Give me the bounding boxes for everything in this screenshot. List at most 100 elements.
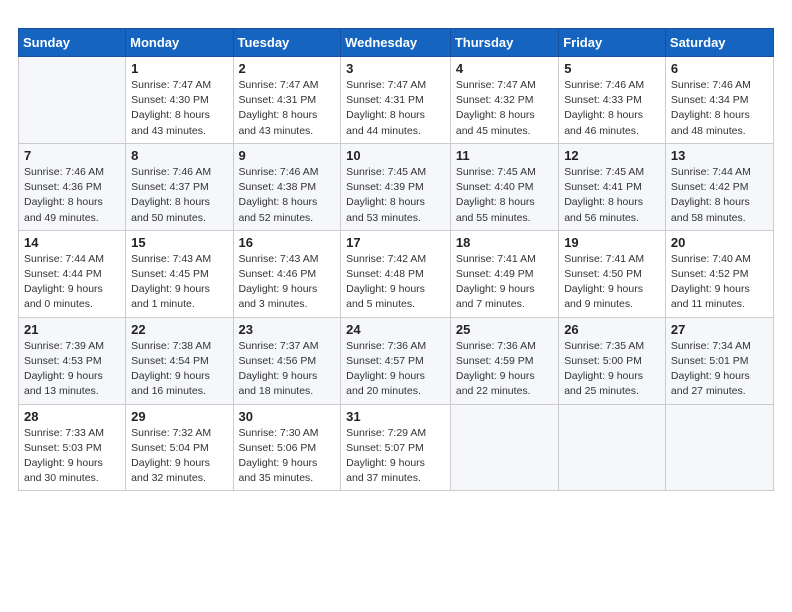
calendar-cell: 28 Sunrise: 7:33 AMSunset: 5:03 PMDayligh… <box>19 404 126 491</box>
calendar-cell: 26 Sunrise: 7:35 AMSunset: 5:00 PMDayligh… <box>559 317 666 404</box>
day-info: Sunrise: 7:43 AMSunset: 4:46 PMDaylight:… <box>239 252 336 313</box>
day-info: Sunrise: 7:45 AMSunset: 4:41 PMDaylight:… <box>564 165 660 226</box>
day-info: Sunrise: 7:32 AMSunset: 5:04 PMDaylight:… <box>131 426 227 487</box>
calendar-cell: 21 Sunrise: 7:39 AMSunset: 4:53 PMDayligh… <box>19 317 126 404</box>
day-number: 12 <box>564 148 660 163</box>
day-info: Sunrise: 7:44 AMSunset: 4:44 PMDaylight:… <box>24 252 120 313</box>
day-info: Sunrise: 7:46 AMSunset: 4:34 PMDaylight:… <box>671 78 768 139</box>
day-number: 1 <box>131 61 227 76</box>
calendar-week-row: 14 Sunrise: 7:44 AMSunset: 4:44 PMDayligh… <box>19 230 774 317</box>
weekday-header-sunday: Sunday <box>19 29 126 57</box>
day-number: 29 <box>131 409 227 424</box>
day-number: 22 <box>131 322 227 337</box>
day-info: Sunrise: 7:47 AMSunset: 4:30 PMDaylight:… <box>131 78 227 139</box>
day-info: Sunrise: 7:44 AMSunset: 4:42 PMDaylight:… <box>671 165 768 226</box>
calendar-cell <box>19 57 126 144</box>
day-number: 20 <box>671 235 768 250</box>
calendar-cell: 4 Sunrise: 7:47 AMSunset: 4:32 PMDaylight… <box>450 57 558 144</box>
calendar-cell <box>450 404 558 491</box>
day-info: Sunrise: 7:38 AMSunset: 4:54 PMDaylight:… <box>131 339 227 400</box>
calendar-cell: 30Sunrise: 7:30 AMSunset: 5:06 PMDayligh… <box>233 404 341 491</box>
day-info: Sunrise: 7:33 AMSunset: 5:03 PMDaylight:… <box>24 426 120 487</box>
calendar-cell: 24 Sunrise: 7:36 AMSunset: 4:57 PMDayligh… <box>341 317 451 404</box>
day-info: Sunrise: 7:34 AMSunset: 5:01 PMDaylight:… <box>671 339 768 400</box>
calendar-cell: 2Sunrise: 7:47 AMSunset: 4:31 PMDaylight… <box>233 57 341 144</box>
calendar-header-row: SundayMondayTuesdayWednesdayThursdayFrid… <box>19 29 774 57</box>
day-number: 21 <box>24 322 120 337</box>
calendar-week-row: 7 Sunrise: 7:46 AMSunset: 4:36 PMDaylight… <box>19 143 774 230</box>
day-number: 16 <box>239 235 336 250</box>
day-number: 15 <box>131 235 227 250</box>
calendar-cell: 1 Sunrise: 7:47 AMSunset: 4:30 PMDaylight… <box>126 57 233 144</box>
day-number: 7 <box>24 148 120 163</box>
day-number: 3 <box>346 61 445 76</box>
day-info: Sunrise: 7:36 AMSunset: 4:57 PMDaylight:… <box>346 339 445 400</box>
weekday-header-saturday: Saturday <box>665 29 773 57</box>
calendar-cell <box>559 404 666 491</box>
day-number: 30 <box>239 409 336 424</box>
day-info: Sunrise: 7:40 AMSunset: 4:52 PMDaylight:… <box>671 252 768 313</box>
day-info: Sunrise: 7:29 AMSunset: 5:07 PMDaylight:… <box>346 426 445 487</box>
calendar-cell: 20 Sunrise: 7:40 AMSunset: 4:52 PMDayligh… <box>665 230 773 317</box>
day-info: Sunrise: 7:36 AMSunset: 4:59 PMDaylight:… <box>456 339 553 400</box>
day-info: Sunrise: 7:39 AMSunset: 4:53 PMDaylight:… <box>24 339 120 400</box>
calendar-cell: 8 Sunrise: 7:46 AMSunset: 4:37 PMDaylight… <box>126 143 233 230</box>
calendar-cell: 18 Sunrise: 7:41 AMSunset: 4:49 PMDayligh… <box>450 230 558 317</box>
calendar-cell <box>665 404 773 491</box>
weekday-header-friday: Friday <box>559 29 666 57</box>
day-number: 28 <box>24 409 120 424</box>
calendar-cell: 13 Sunrise: 7:44 AMSunset: 4:42 PMDayligh… <box>665 143 773 230</box>
day-number: 25 <box>456 322 553 337</box>
day-info: Sunrise: 7:47 AMSunset: 4:31 PMDaylight:… <box>239 78 336 139</box>
day-info: Sunrise: 7:35 AMSunset: 5:00 PMDaylight:… <box>564 339 660 400</box>
day-number: 27 <box>671 322 768 337</box>
calendar-cell: 17 Sunrise: 7:42 AMSunset: 4:48 PMDayligh… <box>341 230 451 317</box>
weekday-header-monday: Monday <box>126 29 233 57</box>
calendar-week-row: 21 Sunrise: 7:39 AMSunset: 4:53 PMDayligh… <box>19 317 774 404</box>
weekday-header-wednesday: Wednesday <box>341 29 451 57</box>
day-info: Sunrise: 7:46 AMSunset: 4:33 PMDaylight:… <box>564 78 660 139</box>
calendar-table: SundayMondayTuesdayWednesdayThursdayFrid… <box>18 28 774 491</box>
calendar-cell: 15 Sunrise: 7:43 AMSunset: 4:45 PMDayligh… <box>126 230 233 317</box>
calendar-week-row: 28 Sunrise: 7:33 AMSunset: 5:03 PMDayligh… <box>19 404 774 491</box>
page: SundayMondayTuesdayWednesdayThursdayFrid… <box>0 0 792 612</box>
day-number: 24 <box>346 322 445 337</box>
calendar-cell: 27 Sunrise: 7:34 AMSunset: 5:01 PMDayligh… <box>665 317 773 404</box>
day-info: Sunrise: 7:41 AMSunset: 4:49 PMDaylight:… <box>456 252 553 313</box>
day-number: 14 <box>24 235 120 250</box>
calendar-cell: 9 Sunrise: 7:46 AMSunset: 4:38 PMDaylight… <box>233 143 341 230</box>
calendar-cell: 19Sunrise: 7:41 AMSunset: 4:50 PMDayligh… <box>559 230 666 317</box>
calendar-cell: 3Sunrise: 7:47 AMSunset: 4:31 PMDaylight… <box>341 57 451 144</box>
day-info: Sunrise: 7:46 AMSunset: 4:38 PMDaylight:… <box>239 165 336 226</box>
day-number: 9 <box>239 148 336 163</box>
day-info: Sunrise: 7:42 AMSunset: 4:48 PMDaylight:… <box>346 252 445 313</box>
day-number: 8 <box>131 148 227 163</box>
day-number: 26 <box>564 322 660 337</box>
day-info: Sunrise: 7:47 AMSunset: 4:32 PMDaylight:… <box>456 78 553 139</box>
day-number: 19 <box>564 235 660 250</box>
day-number: 31 <box>346 409 445 424</box>
calendar-cell: 7 Sunrise: 7:46 AMSunset: 4:36 PMDaylight… <box>19 143 126 230</box>
calendar-week-row: 1 Sunrise: 7:47 AMSunset: 4:30 PMDaylight… <box>19 57 774 144</box>
day-number: 10 <box>346 148 445 163</box>
day-number: 13 <box>671 148 768 163</box>
calendar-cell: 25 Sunrise: 7:36 AMSunset: 4:59 PMDayligh… <box>450 317 558 404</box>
calendar-cell: 10 Sunrise: 7:45 AMSunset: 4:39 PMDayligh… <box>341 143 451 230</box>
calendar-cell: 22 Sunrise: 7:38 AMSunset: 4:54 PMDayligh… <box>126 317 233 404</box>
calendar-cell: 29 Sunrise: 7:32 AMSunset: 5:04 PMDayligh… <box>126 404 233 491</box>
day-number: 4 <box>456 61 553 76</box>
day-number: 17 <box>346 235 445 250</box>
calendar-cell: 14 Sunrise: 7:44 AMSunset: 4:44 PMDayligh… <box>19 230 126 317</box>
day-info: Sunrise: 7:43 AMSunset: 4:45 PMDaylight:… <box>131 252 227 313</box>
calendar-cell: 5Sunrise: 7:46 AMSunset: 4:33 PMDaylight… <box>559 57 666 144</box>
day-info: Sunrise: 7:45 AMSunset: 4:39 PMDaylight:… <box>346 165 445 226</box>
day-number: 18 <box>456 235 553 250</box>
day-info: Sunrise: 7:46 AMSunset: 4:36 PMDaylight:… <box>24 165 120 226</box>
day-number: 11 <box>456 148 553 163</box>
day-number: 6 <box>671 61 768 76</box>
calendar-cell: 6 Sunrise: 7:46 AMSunset: 4:34 PMDaylight… <box>665 57 773 144</box>
day-info: Sunrise: 7:46 AMSunset: 4:37 PMDaylight:… <box>131 165 227 226</box>
weekday-header-tuesday: Tuesday <box>233 29 341 57</box>
weekday-header-thursday: Thursday <box>450 29 558 57</box>
calendar-cell: 23Sunrise: 7:37 AMSunset: 4:56 PMDayligh… <box>233 317 341 404</box>
